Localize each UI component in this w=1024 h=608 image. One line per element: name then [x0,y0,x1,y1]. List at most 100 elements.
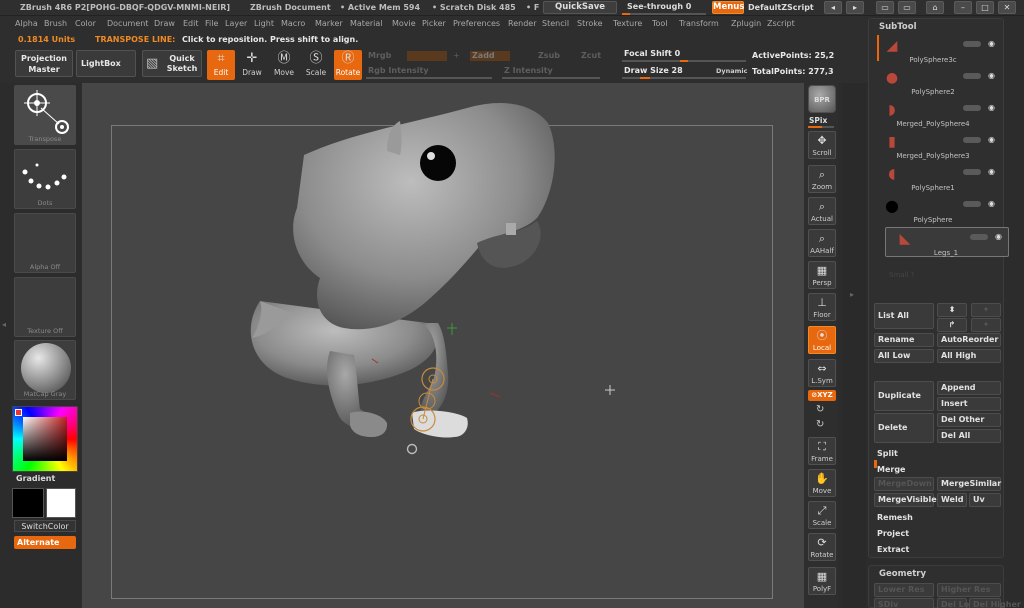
aahalf-button[interactable]: ⌕ AAHalf [808,229,836,257]
move-up-disabled-icon[interactable]: ✦ [971,303,1001,317]
subtool-toggle[interactable] [963,105,981,111]
subtool-item[interactable]: ◢ ◉ PolySphere3c [873,35,1001,65]
split-menu[interactable]: Split [877,449,898,458]
merge-down-button[interactable]: MergeDown [874,477,934,491]
subtool-toggle[interactable] [963,73,981,79]
rotate-y-icon[interactable]: ↻ [816,404,824,415]
forward-icon[interactable]: ▸ [846,1,864,14]
project-menu[interactable]: Project [877,529,909,538]
menu-render[interactable]: Render [508,19,536,28]
menu-draw[interactable]: Draw [154,19,175,28]
layout-2-icon[interactable]: ▭ [898,1,916,14]
move-view-button[interactable]: ✋ Move [808,469,836,497]
menu-zplugin[interactable]: Zplugin [731,19,761,28]
lsym-button[interactable]: ⇔ L.Sym [808,359,836,387]
spix-track[interactable] [808,126,834,128]
draw-size-slider[interactable]: Draw Size 28 [624,66,683,75]
del-all-button[interactable]: Del All [937,429,1001,443]
subtool-item[interactable]: ▮ ◉ Merged_PolySphere3 [873,131,1001,161]
menu-marker[interactable]: Marker [315,19,343,28]
list-all-button[interactable]: List All [874,303,934,329]
menu-layer[interactable]: Layer [225,19,247,28]
mrgb-button[interactable]: Mrgb [368,51,391,60]
alternate-button[interactable]: Alternate [14,536,76,549]
eye-icon[interactable]: ◉ [988,71,995,80]
maximize-icon[interactable]: □ [976,1,994,14]
eye-icon[interactable]: ◉ [988,167,995,176]
menu-picker[interactable]: Picker [422,19,446,28]
insert-button[interactable]: Insert [937,397,1001,411]
scale-view-button[interactable]: ⤢ Scale [808,501,836,529]
zoom-button[interactable]: ⌕ Zoom [808,165,836,193]
sdiv-slider[interactable]: SDiv [874,598,934,608]
local-button[interactable]: ⦿ Local [808,326,836,354]
quicksave-button[interactable]: QuickSave [543,1,617,14]
draw-size-track[interactable] [622,77,746,79]
spix-slider[interactable]: SPix [809,116,827,125]
rotate-mode-button[interactable]: Ⓡ Rotate [334,50,362,80]
focal-shift-track[interactable] [622,60,746,62]
left-tray-handle[interactable]: ◂ [2,320,8,334]
material-selector[interactable]: MatCap Gray [14,340,76,400]
eye-icon[interactable]: ◉ [988,135,995,144]
move-up-arrow-icon[interactable]: ⬍ [937,303,967,317]
stroke-selector[interactable]: Dots [14,149,76,209]
subtool-title[interactable]: SubTool [879,22,917,32]
higher-res-button[interactable]: Higher Res [937,583,1001,597]
subtool-toggle[interactable] [963,201,981,207]
menu-file[interactable]: File [205,19,218,28]
delete-button[interactable]: Delete [874,413,934,443]
quick-sketch-button[interactable]: ▧ Quick Sketch [142,50,202,77]
del-other-button[interactable]: Del Other [937,413,1001,427]
merge-visible-button[interactable]: MergeVisible [874,493,937,507]
menu-preferences[interactable]: Preferences [453,19,500,28]
switch-color-button[interactable]: SwitchColor [14,520,76,532]
menu-transform[interactable]: Transform [679,19,719,28]
focal-shift-slider[interactable]: Focal Shift 0 [624,49,680,58]
gradient-label[interactable]: Gradient [16,474,55,483]
layout-1-icon[interactable]: ▭ [876,1,894,14]
help-icon[interactable]: ◂ [824,1,842,14]
draw-mode-button[interactable]: ✛ Draw [238,50,266,80]
edit-mode-button[interactable]: ⌗ Edit [207,50,235,80]
menu-brush[interactable]: Brush [44,19,67,28]
menu-stroke[interactable]: Stroke [577,19,603,28]
rgb-intensity-slider[interactable]: Rgb Intensity [368,66,429,75]
persp-button[interactable]: ▦ Persp [808,261,836,289]
color-sv-square[interactable] [23,417,67,461]
zadd-button[interactable]: Zadd [472,51,495,60]
see-through-slider[interactable]: See-through 0 [627,2,691,11]
main-color-swatch[interactable] [12,488,44,518]
z-intensity-slider[interactable]: Z Intensity [504,66,553,75]
menu-light[interactable]: Light [254,19,274,28]
color-picker[interactable] [12,406,78,472]
move-mode-button[interactable]: Ⓜ Move [270,50,298,80]
menu-macro[interactable]: Macro [281,19,305,28]
menu-stencil[interactable]: Stencil [542,19,569,28]
remesh-menu[interactable]: Remesh [877,513,913,522]
subtool-toggle[interactable] [970,234,988,240]
move-down-arrow-icon[interactable]: ↱ [937,318,967,332]
move-down-disabled-icon[interactable]: ✦ [971,318,1001,332]
scroll-button[interactable]: ✥ Scroll [808,131,836,159]
scale-mode-button[interactable]: Ⓢ Scale [302,50,330,80]
see-through-track[interactable] [622,13,706,15]
del-higher-button[interactable]: Del Higher [969,598,1021,608]
eye-icon[interactable]: ◉ [988,39,995,48]
menu-document[interactable]: Document [107,19,148,28]
subtool-toggle[interactable] [963,169,981,175]
z-intensity-track[interactable] [502,77,600,79]
menu-alpha[interactable]: Alpha [15,19,38,28]
polyf-button[interactable]: ▦ PolyF [808,567,836,595]
extract-menu[interactable]: Extract [877,545,909,554]
all-high-button[interactable]: All High [937,349,1001,363]
merge-menu[interactable]: Merge [877,465,905,474]
eye-icon[interactable]: ◉ [995,232,1002,241]
subtool-item[interactable]: ● ◉ PolySphere [873,195,1001,225]
menu-zscript[interactable]: Zscript [767,19,795,28]
alpha-selector[interactable]: Alpha Off [14,213,76,273]
floor-button[interactable]: ⊥ Floor [808,293,836,321]
menu-texture[interactable]: Texture [613,19,642,28]
menus-button[interactable]: Menus [712,1,744,14]
lower-res-button[interactable]: Lower Res [874,583,934,597]
